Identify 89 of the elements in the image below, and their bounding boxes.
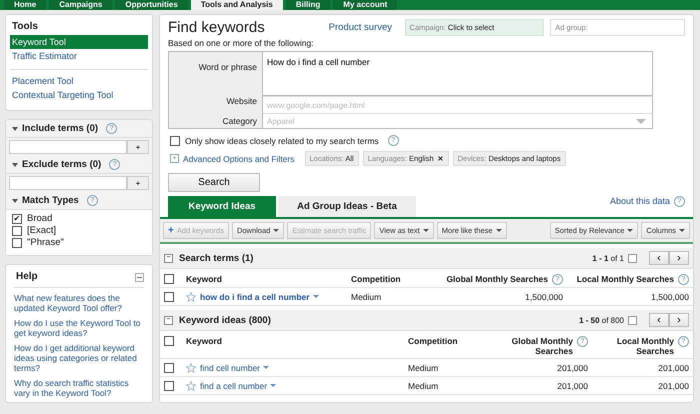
word-input-field[interactable]: How do i find a cell number bbox=[263, 51, 653, 96]
collapse-triangle-icon[interactable] bbox=[12, 126, 18, 130]
caret-icon[interactable] bbox=[312, 295, 319, 298]
checkbox[interactable] bbox=[164, 274, 174, 284]
tool-link[interactable]: Placement Tool bbox=[10, 74, 148, 88]
tool-link[interactable]: Keyword Tool bbox=[10, 35, 148, 49]
next-page-button[interactable]: › bbox=[669, 251, 689, 265]
help-title: Help bbox=[15, 270, 39, 284]
match-type-label: Broad bbox=[27, 213, 52, 225]
add-button[interactable]: + bbox=[127, 176, 149, 190]
column-header: Local Monthly Searches bbox=[576, 274, 674, 284]
checkbox[interactable] bbox=[164, 380, 174, 390]
match-type-label: "Phrase" bbox=[27, 237, 64, 249]
section-title: Include terms (0) bbox=[22, 123, 98, 134]
column-header: Global Monthly Searches bbox=[446, 274, 548, 284]
column-header: Global Monthly Searches bbox=[510, 336, 573, 356]
section-title: Exclude terms (0) bbox=[22, 159, 102, 170]
survey-link[interactable]: Product survey bbox=[328, 22, 399, 33]
help-link[interactable]: Why do search traffic statistics vary in the Keyword Tool? bbox=[14, 378, 144, 398]
field-label: Website bbox=[226, 96, 257, 106]
subtitle: Based on one or more of the following: bbox=[167, 37, 315, 50]
table-cell: 201,000 bbox=[658, 380, 689, 390]
minimize-icon[interactable] bbox=[135, 272, 144, 282]
tab[interactable]: Ad Group Ideas - Beta bbox=[278, 196, 416, 217]
table-cell: 201,000 bbox=[557, 362, 588, 372]
table-cell: 1,500,000 bbox=[525, 292, 563, 302]
keyword-link[interactable]: how do i find a cell number bbox=[200, 292, 310, 302]
star-icon[interactable] bbox=[186, 362, 196, 372]
nav-tab[interactable]: Tools and Analysis bbox=[190, 0, 283, 10]
tab[interactable]: Keyword Ideas bbox=[168, 196, 276, 217]
paging-text: 1 - 1 of 1 bbox=[592, 254, 624, 262]
checkbox[interactable] bbox=[164, 336, 174, 346]
match-type-label: [Exact] bbox=[27, 225, 56, 237]
page-title: Find keywords bbox=[168, 19, 266, 36]
nav-tab[interactable]: Home bbox=[4, 0, 46, 10]
checkbox[interactable] bbox=[164, 292, 174, 302]
caret-icon[interactable] bbox=[263, 366, 270, 369]
table-cell: Medium bbox=[351, 292, 382, 302]
keyword-link[interactable]: find a cell number bbox=[200, 380, 268, 390]
term-input[interactable] bbox=[9, 140, 127, 154]
tools-title: Tools bbox=[11, 20, 39, 34]
table-cell: 201,000 bbox=[658, 362, 689, 372]
star-icon[interactable] bbox=[186, 380, 196, 390]
help-link[interactable]: How do I get additional keyword ideas using categories or related terms? bbox=[14, 343, 144, 373]
section-title: Match Types bbox=[22, 195, 79, 206]
about-link[interactable]: About this data bbox=[610, 196, 670, 206]
help-link[interactable]: How do I use the Keyword Tool to get keyword ideas? bbox=[14, 318, 144, 338]
nav-tab[interactable]: My account bbox=[333, 0, 398, 10]
advanced-options-link[interactable]: Advanced Options and Filters bbox=[183, 154, 295, 164]
add-button[interactable]: + bbox=[127, 140, 149, 154]
column-header: Competition bbox=[351, 274, 401, 284]
checkbox[interactable] bbox=[12, 238, 22, 248]
checkbox[interactable] bbox=[12, 226, 22, 236]
collapse-triangle-icon[interactable] bbox=[12, 198, 18, 202]
column-header: Keyword bbox=[186, 336, 222, 346]
checkbox[interactable] bbox=[170, 136, 180, 146]
column-header: Local Monthly Searches bbox=[616, 336, 674, 356]
paging-dropdown[interactable] bbox=[628, 254, 637, 262]
column-header: Competition bbox=[408, 336, 458, 346]
search-button[interactable]: Search bbox=[168, 173, 260, 192]
help-link[interactable]: What new features does the updated Keyword Tool offer? bbox=[14, 293, 144, 313]
column-header: Keyword bbox=[186, 274, 222, 284]
table-cell: Medium bbox=[408, 380, 438, 390]
term-input[interactable] bbox=[9, 176, 127, 190]
previous-page-button[interactable]: ‹ bbox=[649, 313, 669, 327]
paging-text: 1 - 50 of 800 bbox=[579, 316, 624, 324]
section-title: Search terms (1) bbox=[179, 252, 254, 264]
checkbox[interactable] bbox=[164, 362, 174, 372]
field-label: Word or phrase bbox=[198, 62, 257, 72]
tool-link[interactable]: Contextual Targeting Tool bbox=[10, 88, 148, 102]
nav-tab[interactable]: Billing bbox=[286, 0, 330, 10]
caret-icon[interactable] bbox=[270, 384, 276, 387]
star-icon[interactable] bbox=[186, 292, 196, 302]
field-label: Category bbox=[222, 116, 257, 126]
table-cell: 1,500,000 bbox=[651, 292, 689, 302]
website-input-field[interactable]: www.google.com/page.html bbox=[263, 96, 653, 114]
next-page-button[interactable]: › bbox=[669, 313, 689, 327]
collapse-triangle-icon[interactable] bbox=[12, 162, 18, 166]
previous-page-button[interactable]: ‹ bbox=[649, 251, 669, 265]
keyword-link[interactable]: find cell number bbox=[200, 362, 260, 372]
paging-dropdown[interactable] bbox=[628, 316, 637, 324]
section-title: Keyword ideas (800) bbox=[179, 314, 271, 326]
table-cell: 201,000 bbox=[557, 380, 588, 390]
tool-link[interactable]: Traffic Estimator bbox=[10, 49, 148, 63]
table-cell: Medium bbox=[408, 362, 438, 372]
nav-tab[interactable]: Campaigns bbox=[49, 0, 112, 10]
checkbox[interactable]: ✔ bbox=[12, 214, 22, 224]
nav-tab[interactable]: Opportunities bbox=[115, 0, 188, 10]
checkbox-label: Only show ideas closely related to my search terms bbox=[185, 136, 379, 146]
